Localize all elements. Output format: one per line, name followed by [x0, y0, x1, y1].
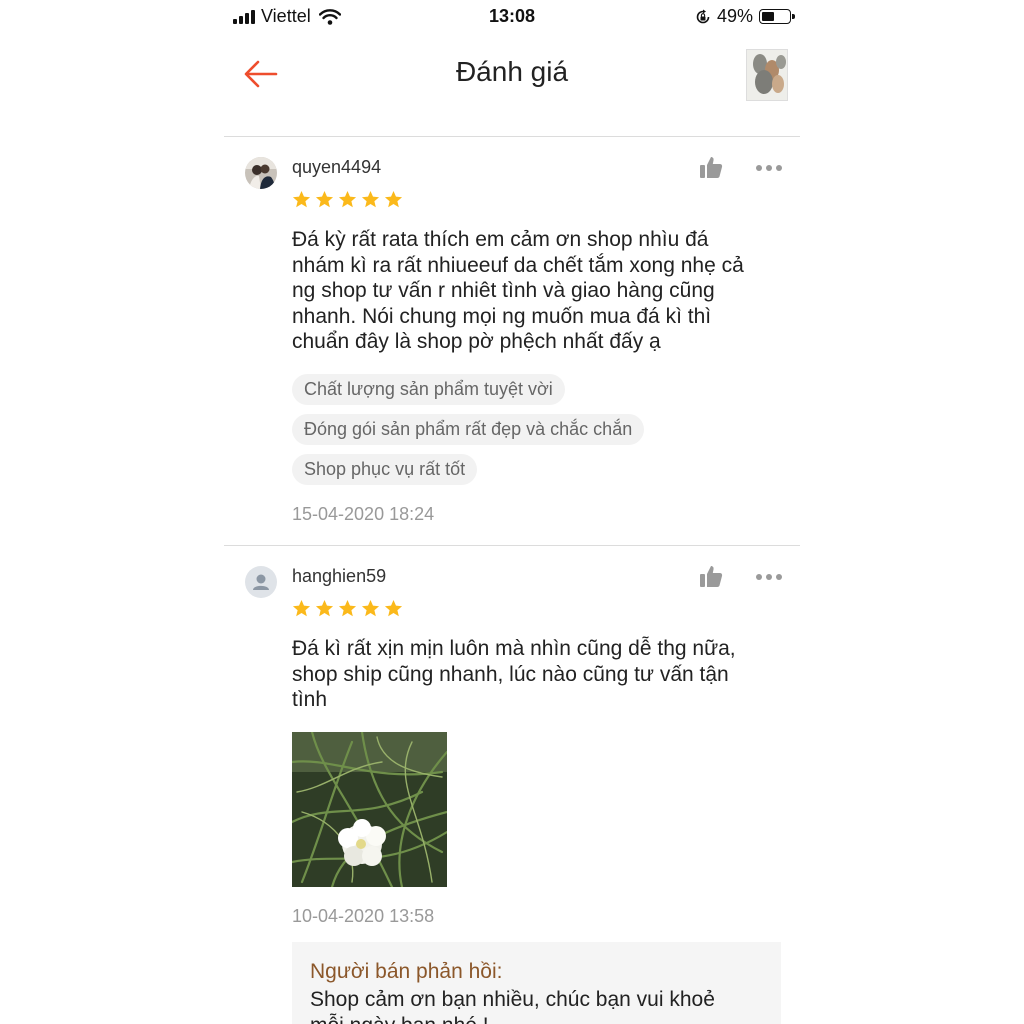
nav-header: Đánh giá: [224, 40, 800, 137]
review-tag[interactable]: Chất lượng sản phẩm tuyệt vời: [292, 374, 565, 405]
review-tags: Chất lượng sản phẩm tuyệt vời Đóng gói s…: [292, 374, 645, 485]
rotation-lock-icon: [696, 9, 710, 23]
more-options-icon[interactable]: [755, 162, 783, 174]
star-icon: [292, 190, 311, 209]
star-icon: [338, 599, 357, 618]
review-card: quyen4494 Đá kỳ rất rata thích em cảm ơn…: [224, 137, 800, 546]
battery-percent: 49%: [716, 6, 753, 26]
default-user-avatar-icon: [245, 566, 277, 598]
status-right: 49%: [695, 6, 795, 27]
avatar[interactable]: [245, 157, 277, 189]
review-date: 10-04-2020 13:58: [292, 906, 435, 926]
username[interactable]: quyen4494: [292, 157, 381, 178]
star-icon: [384, 190, 403, 209]
username[interactable]: hanghien59: [292, 566, 386, 587]
like-icon[interactable]: [698, 154, 724, 180]
product-thumbnail[interactable]: [746, 49, 788, 101]
star-icon: [315, 190, 334, 209]
like-icon[interactable]: [698, 563, 724, 589]
user-photo-avatar: [245, 157, 277, 189]
review-date: 15-04-2020 18:24: [292, 504, 435, 524]
battery-icon: [759, 9, 795, 24]
seller-reply: Người bán phản hồi: Shop cảm ơn bạn nhiề…: [292, 942, 781, 1024]
star-rating: [292, 190, 403, 209]
stone-product-image: [747, 50, 787, 100]
star-icon: [315, 599, 334, 618]
avatar[interactable]: [245, 566, 277, 598]
star-icon: [292, 599, 311, 618]
review-photo[interactable]: [292, 732, 447, 887]
star-icon: [338, 190, 357, 209]
star-icon: [361, 190, 380, 209]
page-title: Đánh giá: [455, 56, 569, 87]
status-bar: Viettel 13:08 49%: [224, 0, 800, 32]
phone-screen: Viettel 13:08 49% Đánh giá quyen4494 Đá …: [224, 0, 800, 1024]
white-flower-photo: [292, 732, 447, 887]
review-tag[interactable]: Đóng gói sản phẩm rất đẹp và chắc chắn: [292, 414, 645, 445]
review-tag[interactable]: Shop phục vụ rất tốt: [292, 454, 478, 485]
star-rating: [292, 599, 403, 618]
star-icon: [361, 599, 380, 618]
review-content: Đá kì rất xịn mịn luôn mà nhìn cũng dễ t…: [292, 637, 736, 711]
review-card: hanghien59 Đá kì rất xịn mịn luôn mà nhì…: [224, 546, 800, 1024]
more-options-icon[interactable]: [755, 571, 783, 583]
seller-reply-text: Shop cảm ơn bạn nhiều, chúc bạn vui khoẻ…: [310, 988, 715, 1024]
star-icon: [384, 599, 403, 618]
review-content: Đá kỳ rất rata thích em cảm ơn shop nhìu…: [292, 228, 744, 353]
seller-reply-title: Người bán phản hồi:: [310, 960, 503, 983]
